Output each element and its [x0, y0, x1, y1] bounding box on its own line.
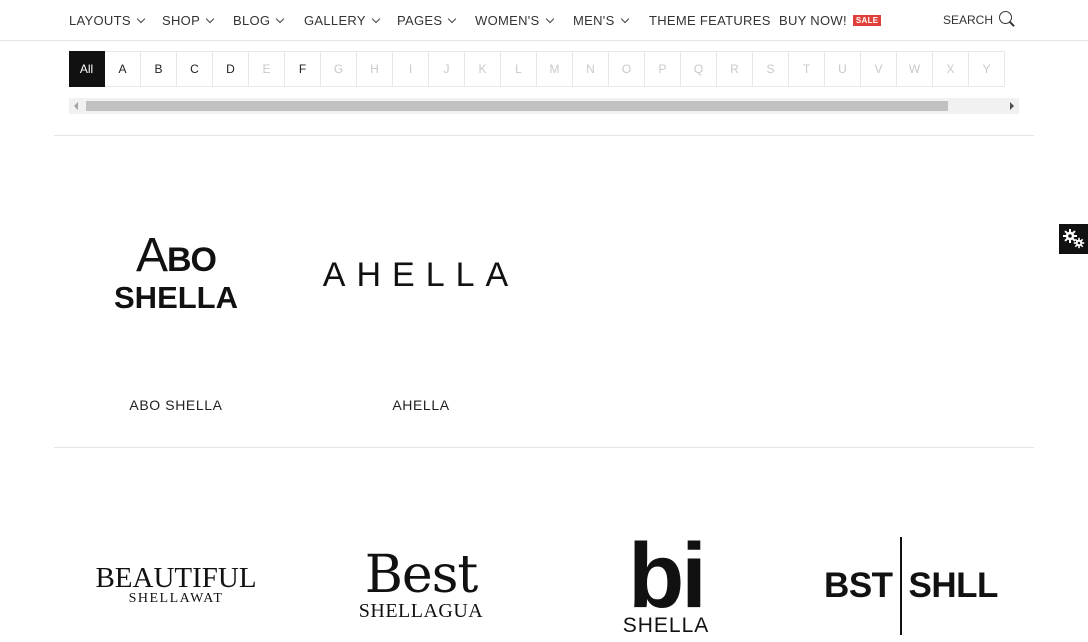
logo-text: A — [135, 228, 168, 282]
chevron-down-icon — [371, 14, 381, 23]
alphabet-filter-f[interactable]: F — [285, 51, 321, 87]
scroll-left-arrow-icon[interactable] — [74, 102, 78, 110]
alphabet-filter-o[interactable]: O — [609, 51, 645, 87]
nav-label: GALLERY — [304, 13, 366, 28]
alphabet-filter-l[interactable]: L — [501, 51, 537, 87]
scroll-right-arrow-icon[interactable] — [1010, 102, 1014, 110]
alphabet-filter-c[interactable]: C — [177, 51, 213, 87]
nav-label: BUY NOW! — [779, 13, 847, 28]
chevron-down-icon — [545, 14, 554, 23]
brand-logo-ahella[interactable]: AHELLA — [316, 250, 526, 300]
logo-text: SHELLA — [114, 279, 238, 315]
brand-logo-abo-shella[interactable]: ABO SHELLA — [76, 225, 276, 320]
gears-icon — [1062, 229, 1084, 249]
logo-divider — [899, 537, 902, 635]
brand-logo-best[interactable]: Best SHELLAGUA — [321, 545, 521, 625]
alphabet-filter-d[interactable]: D — [213, 51, 249, 87]
alphabet-filter-p[interactable]: P — [645, 51, 681, 87]
logo-text: bi — [628, 525, 707, 627]
logo-line: ABO — [136, 231, 217, 283]
alphabet-filter-n[interactable]: N — [573, 51, 609, 87]
sale-badge: SALE — [852, 15, 882, 26]
brand-logo-beautiful[interactable]: BEAUTIFUL SHELLAWAT — [76, 560, 276, 610]
horizontal-scrollbar[interactable] — [69, 98, 1019, 114]
nav-label: BLOG — [233, 13, 271, 28]
logo-text: AHELLA — [322, 255, 520, 294]
alphabet-filter-s[interactable]: S — [753, 51, 789, 87]
logo-text: SHELLA — [622, 614, 710, 637]
nav-label: PAGES — [397, 13, 443, 28]
alphabet-filter-k[interactable]: K — [465, 51, 501, 87]
scrollbar-thumb[interactable] — [86, 101, 948, 111]
brand-logo-bst-shll[interactable]: BST SHLL — [811, 537, 1011, 635]
alphabet-filter-v[interactable]: V — [861, 51, 897, 87]
settings-panel-toggle[interactable] — [1059, 224, 1088, 254]
nav-item-theme-features[interactable]: THEME FEATURES — [649, 13, 771, 28]
alphabet-filter-u[interactable]: U — [825, 51, 861, 87]
alphabet-filter-all[interactable]: All — [69, 51, 105, 87]
chevron-down-icon — [136, 14, 146, 23]
nav-item-buy-now[interactable]: BUY NOW! SALE — [779, 13, 882, 28]
alphabet-filter-h[interactable]: H — [357, 51, 393, 87]
chevron-down-icon — [205, 14, 215, 23]
chevron-down-icon — [276, 14, 285, 23]
nav-item-pages[interactable]: PAGES — [397, 13, 457, 28]
alphabet-filter-m[interactable]: M — [537, 51, 573, 87]
brand-name-link[interactable]: AHELLA — [321, 397, 521, 413]
logo-text: BO — [167, 240, 217, 279]
brand-logo-bi[interactable]: bi SHELLA — [566, 525, 766, 640]
logo-text: SHELLAWAT — [128, 591, 224, 606]
alphabet-filter-r[interactable]: R — [717, 51, 753, 87]
alphabet-filter-b[interactable]: B — [141, 51, 177, 87]
nav-label: WOMEN'S — [475, 13, 540, 28]
brand-name-link[interactable]: ABO SHELLA — [76, 397, 276, 413]
logo-text: Best — [364, 545, 479, 605]
alphabet-filter-e[interactable]: E — [249, 51, 285, 87]
nav-label: SHOP — [162, 13, 201, 28]
logo-text: BST — [824, 566, 893, 605]
chevron-down-icon — [620, 14, 629, 23]
logo-text: SHLL — [908, 566, 999, 605]
alphabet-filter-a[interactable]: A — [105, 51, 141, 87]
nav-label: LAYOUTS — [69, 13, 131, 28]
alphabet-filter: All A B C D E F G H I J K L M N O P Q R S T U V W X Y — [69, 51, 1005, 87]
search-label: SEARCH — [943, 12, 994, 27]
alphabet-filter-x[interactable]: X — [933, 51, 969, 87]
alphabet-filter-y[interactable]: Y — [969, 51, 1005, 87]
logo-text: SHELLAGUA — [358, 600, 484, 622]
section-divider — [54, 447, 1034, 448]
search-icon — [999, 11, 1015, 28]
nav-item-gallery[interactable]: GALLERY — [304, 13, 381, 28]
logo-text: BEAUTIFUL — [95, 562, 257, 594]
alphabet-filter-w[interactable]: W — [897, 51, 933, 87]
search-button[interactable]: SEARCH — [943, 11, 1015, 28]
alphabet-filter-t[interactable]: T — [789, 51, 825, 87]
nav-label: MEN'S — [573, 13, 615, 28]
top-navigation: LAYOUTS SHOP BLOG GALLERY PAGES WOMEN'S … — [0, 0, 1088, 41]
nav-item-layouts[interactable]: LAYOUTS — [69, 13, 146, 28]
nav-item-shop[interactable]: SHOP — [162, 13, 215, 28]
alphabet-filter-j[interactable]: J — [429, 51, 465, 87]
nav-label: THEME FEATURES — [649, 13, 771, 28]
alphabet-filter-i[interactable]: I — [393, 51, 429, 87]
section-divider — [54, 135, 1034, 136]
nav-item-womens[interactable]: WOMEN'S — [475, 13, 554, 28]
nav-item-mens[interactable]: MEN'S — [573, 13, 629, 28]
chevron-down-icon — [448, 14, 457, 23]
alphabet-filter-g[interactable]: G — [321, 51, 357, 87]
alphabet-filter-q[interactable]: Q — [681, 51, 717, 87]
nav-item-blog[interactable]: BLOG — [233, 13, 285, 28]
